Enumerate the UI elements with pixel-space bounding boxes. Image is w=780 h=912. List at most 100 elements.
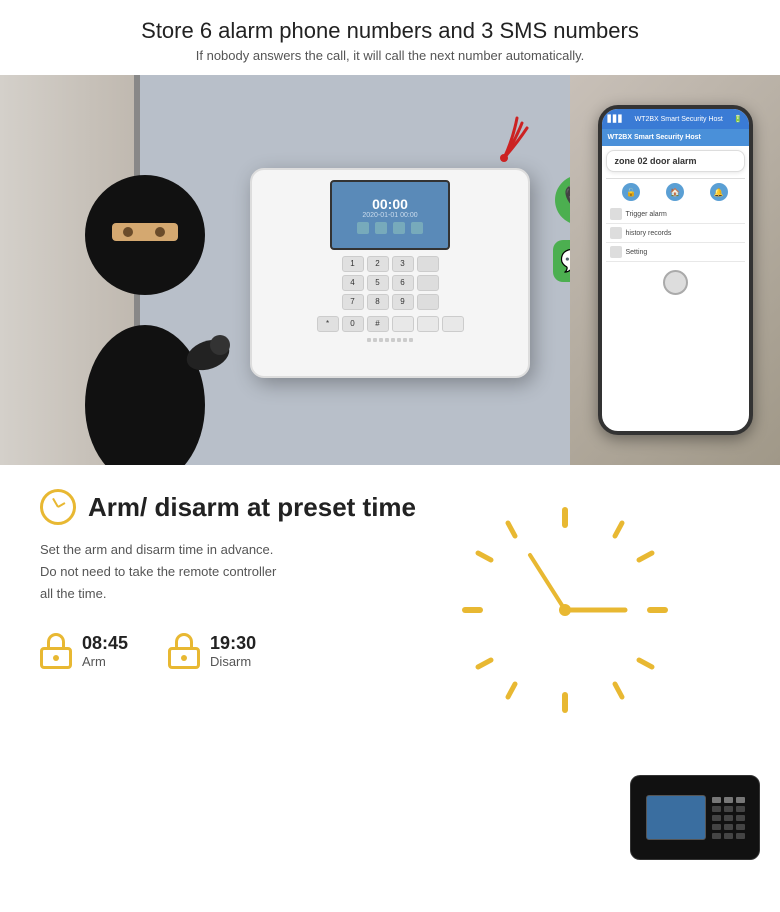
panel-icon-3: [393, 222, 405, 234]
key-2: 2: [367, 256, 389, 272]
phone-home-button: [663, 270, 688, 295]
disarm-badge: 19:30 Disarm: [168, 633, 256, 669]
dk-12: [736, 824, 745, 830]
lock-body-2: [168, 647, 200, 669]
dk-8: [724, 815, 733, 821]
main-subtitle: If nobody answers the call, it will call…: [40, 48, 740, 63]
desc-line2: Do not need to take the remote controlle…: [40, 564, 276, 579]
key-a: [417, 256, 439, 272]
key-4: 4: [342, 275, 364, 291]
key-6: 6: [392, 275, 414, 291]
menu-icon-trigger: [610, 208, 622, 220]
desc-line1: Set the arm and disarm time in advance.: [40, 542, 273, 557]
feature-title: Arm/ disarm at preset time: [88, 492, 416, 523]
hero-image: 00:00 2020-01-01 00:00 1 2 3 4 5 6 7: [0, 75, 780, 465]
grille-dot: [409, 338, 413, 342]
menu-trigger: Trigger alarm: [606, 205, 745, 224]
phone-app-header: WT2BX Smart Security Host: [602, 129, 749, 146]
alarm-notification: zone 02 door alarm 🔓 🏠 🔔 Trigger alarm h…: [602, 146, 749, 266]
arm-time-value: 08:45: [82, 633, 128, 654]
desc-line3: all the time.: [40, 586, 106, 601]
panel-date: 2020-01-01 00:00: [362, 212, 417, 219]
dk-1: [712, 797, 721, 803]
dk-6: [736, 806, 745, 812]
phone-battery: 🔋: [734, 115, 743, 123]
alarm-bubble: zone 02 door alarm: [606, 150, 745, 172]
analog-clock-graphic: [450, 495, 680, 725]
burglar-svg: [60, 75, 230, 465]
lock-dot-2: [181, 655, 187, 661]
menu-setting-label: Setting: [626, 249, 648, 256]
menu-icon-history: [610, 227, 622, 239]
clock-svg: [450, 495, 680, 725]
panel-clock: 00:00: [372, 196, 408, 212]
nav-home: 🏠: [666, 183, 684, 201]
lock-body: [40, 647, 72, 669]
main-title: Store 6 alarm phone numbers and 3 SMS nu…: [40, 18, 740, 44]
panel-icon-1: [357, 222, 369, 234]
dk-14: [724, 833, 733, 839]
wifi-svg: [477, 113, 532, 163]
alarm-text: zone 02 door alarm: [615, 156, 697, 166]
lock-shackle-2: [175, 633, 193, 647]
menu-history: history records: [606, 224, 745, 243]
arm-lock-icon: [40, 633, 72, 669]
key-d2: [417, 316, 439, 332]
feature-description: Set the arm and disarm time in advance. …: [40, 539, 340, 605]
key-8: 8: [367, 294, 389, 310]
key-9: 9: [392, 294, 414, 310]
phone-status-bar: ▋▋▋ WT2BX Smart Security Host 🔋: [602, 109, 749, 129]
arm-badge: 08:45 Arm: [40, 633, 128, 669]
arm-time-label: Arm: [82, 654, 128, 669]
phone-title-bar: WT2BX Smart Security Host: [635, 116, 723, 123]
phone-nav: 🔓 🏠 🔔: [606, 178, 745, 205]
key-5: 5: [367, 275, 389, 291]
disarm-time-info: 19:30 Disarm: [210, 633, 256, 669]
grille-dot: [379, 338, 383, 342]
nav-alarm: 🔔: [710, 183, 728, 201]
menu-icon-setting: [610, 246, 622, 258]
dk-3: [736, 797, 745, 803]
dk-13: [712, 833, 721, 839]
key-d1: [392, 316, 414, 332]
burglar-area: [60, 75, 230, 465]
dark-alarm-device: [630, 775, 760, 860]
phone-header-text: WT2BX Smart Security Host: [608, 134, 701, 141]
phone-signal: ▋▋▋: [608, 115, 624, 123]
bottom-section: Arm/ disarm at preset time Set the arm a…: [0, 465, 780, 880]
dark-device-keypad: [712, 797, 745, 839]
key-c: [417, 294, 439, 310]
disarm-lock-icon: [168, 633, 200, 669]
key-3: 3: [392, 256, 414, 272]
key-7: 7: [342, 294, 364, 310]
dk-10: [712, 824, 721, 830]
dk-9: [736, 815, 745, 821]
dark-device-screen: [646, 795, 706, 840]
key-0: 0: [342, 316, 364, 332]
panel-icon-2: [375, 222, 387, 234]
dk-15: [736, 833, 745, 839]
grille-dot: [385, 338, 389, 342]
panel-icon-4: [411, 222, 423, 234]
panel-icons: [357, 222, 423, 234]
lock-dot: [53, 655, 59, 661]
key-d3: [442, 316, 464, 332]
grille-dot: [403, 338, 407, 342]
dk-4: [712, 806, 721, 812]
panel-bottom-keys: * 0 #: [317, 316, 464, 332]
dk-11: [724, 824, 733, 830]
grille-dot: [391, 338, 395, 342]
arm-time-info: 08:45 Arm: [82, 633, 128, 669]
lock-shackle: [47, 633, 65, 647]
key-star: *: [317, 316, 339, 332]
menu-trigger-label: Trigger alarm: [626, 211, 667, 218]
nav-disarmed: 🔓: [622, 183, 640, 201]
panel-screen: 00:00 2020-01-01 00:00: [330, 180, 450, 250]
alarm-panel: 00:00 2020-01-01 00:00 1 2 3 4 5 6 7: [250, 168, 530, 378]
disarm-time-label: Disarm: [210, 654, 256, 669]
grille-dot: [397, 338, 401, 342]
grille-dot: [367, 338, 371, 342]
top-header: Store 6 alarm phone numbers and 3 SMS nu…: [0, 0, 780, 75]
wifi-signal: [477, 113, 532, 168]
grille-dot: [373, 338, 377, 342]
